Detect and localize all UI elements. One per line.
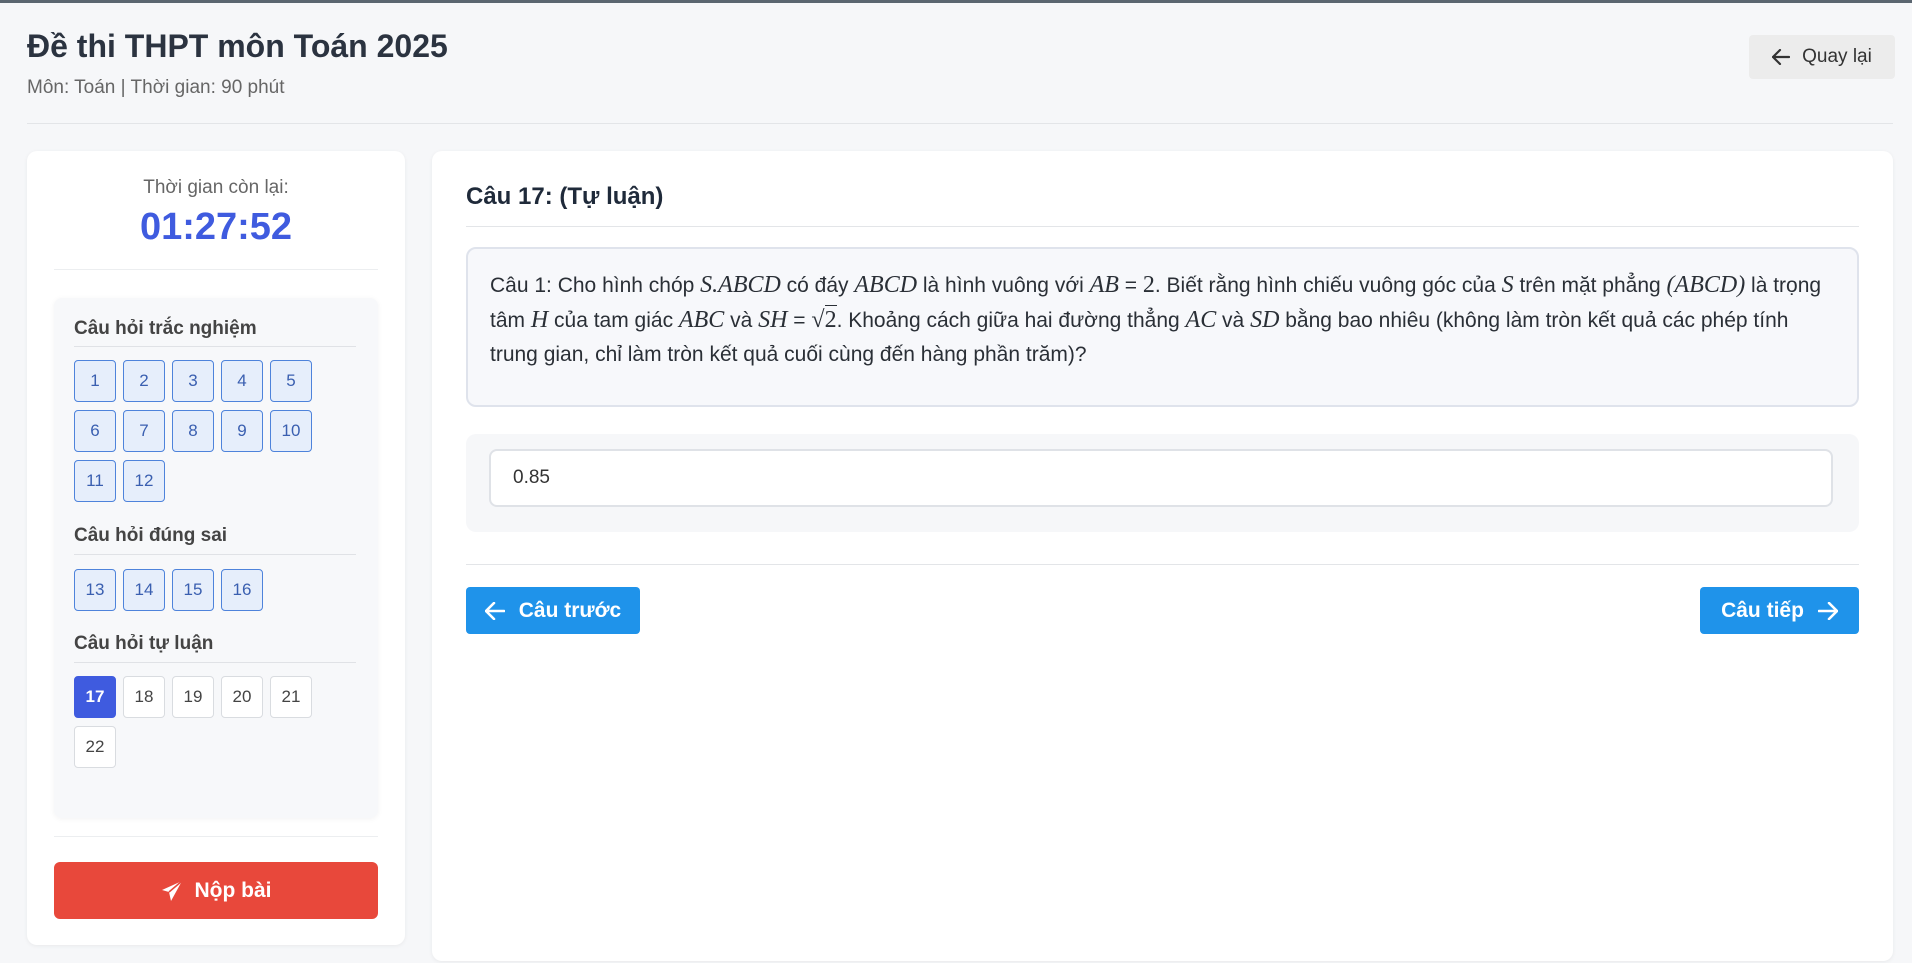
timer-value: 01:27:52 bbox=[139, 206, 293, 248]
question-button-2[interactable]: 2 bbox=[123, 360, 165, 402]
question-button-21[interactable]: 21 bbox=[270, 676, 312, 718]
submit-button-label: Nộp bài bbox=[194, 878, 272, 902]
previous-question-button[interactable]: Câu trước bbox=[466, 587, 640, 634]
question-button-6[interactable]: 6 bbox=[74, 410, 116, 452]
section-title-true-false: Câu hỏi đúng sai bbox=[74, 525, 228, 546]
question-button-18[interactable]: 18 bbox=[123, 676, 165, 718]
section-divider bbox=[74, 554, 356, 555]
grid-multiple-choice: 1 2 3 4 5 6 7 8 9 10 11 12 bbox=[74, 360, 334, 502]
arrow-right-icon bbox=[1817, 601, 1838, 620]
top-border bbox=[0, 0, 1912, 3]
question-button-12[interactable]: 12 bbox=[123, 460, 165, 502]
question-button-10[interactable]: 10 bbox=[270, 410, 312, 452]
next-question-button[interactable]: Câu tiếp bbox=[1700, 587, 1859, 634]
question-button-5[interactable]: 5 bbox=[270, 360, 312, 402]
section-divider bbox=[74, 662, 356, 663]
question-button-13[interactable]: 13 bbox=[74, 569, 116, 611]
question-button-16[interactable]: 16 bbox=[221, 569, 263, 611]
sidebar: Thời gian còn lại: 01:27:52 Câu hỏi trắc… bbox=[27, 151, 405, 945]
question-button-3[interactable]: 3 bbox=[172, 360, 214, 402]
question-button-9[interactable]: 9 bbox=[221, 410, 263, 452]
question-button-1[interactable]: 1 bbox=[74, 360, 116, 402]
question-button-22[interactable]: 22 bbox=[74, 726, 116, 768]
question-heading: Câu 17: (Tự luận) bbox=[466, 183, 664, 210]
section-title-multiple-choice: Câu hỏi trắc nghiệm bbox=[74, 318, 257, 339]
question-button-19[interactable]: 19 bbox=[172, 676, 214, 718]
section-title-essay: Câu hỏi tự luận bbox=[74, 633, 214, 654]
sidebar-divider bbox=[54, 836, 378, 837]
question-button-17[interactable]: 17 bbox=[74, 676, 116, 718]
section-divider bbox=[74, 346, 356, 347]
header-divider bbox=[27, 123, 1893, 124]
question-button-11[interactable]: 11 bbox=[74, 460, 116, 502]
answer-input[interactable] bbox=[489, 449, 1833, 507]
previous-button-label: Câu trước bbox=[518, 598, 622, 622]
question-text: Câu 1: Cho hình chóp S.ABCD có đáy ABCD … bbox=[466, 247, 1859, 407]
question-button-4[interactable]: 4 bbox=[221, 360, 263, 402]
footer-divider bbox=[466, 564, 1859, 565]
submit-button[interactable]: Nộp bài bbox=[54, 862, 378, 919]
page-subtitle: Môn: Toán | Thời gian: 90 phút bbox=[27, 77, 285, 98]
question-button-8[interactable]: 8 bbox=[172, 410, 214, 452]
sidebar-divider bbox=[54, 269, 378, 270]
grid-true-false: 13 14 15 16 bbox=[74, 569, 334, 611]
paper-plane-icon bbox=[161, 879, 183, 902]
answer-area bbox=[466, 434, 1859, 532]
grid-essay: 17 18 19 20 21 22 bbox=[74, 676, 334, 768]
question-button-14[interactable]: 14 bbox=[123, 569, 165, 611]
heading-divider bbox=[466, 226, 1859, 227]
back-button[interactable]: Quay lại bbox=[1749, 35, 1895, 79]
question-navigator: Câu hỏi trắc nghiệm 1 2 3 4 5 6 7 8 9 10 11 12 Câu … bbox=[54, 298, 378, 818]
question-card: Câu 17: (Tự luận) Câu 1: Cho hình chóp S… bbox=[432, 151, 1893, 961]
timer-label: Thời gian còn lại: bbox=[143, 177, 289, 198]
question-button-15[interactable]: 15 bbox=[172, 569, 214, 611]
sqrt-expression: √2 bbox=[811, 305, 837, 333]
page-header: Đề thi THPT môn Toán 2025 Môn: Toán | Th… bbox=[27, 28, 1895, 99]
arrow-left-icon bbox=[1772, 49, 1791, 65]
back-button-label: Quay lại bbox=[1802, 46, 1872, 67]
question-button-20[interactable]: 20 bbox=[221, 676, 263, 718]
question-button-7[interactable]: 7 bbox=[123, 410, 165, 452]
page-title: Đề thi THPT môn Toán 2025 bbox=[27, 28, 448, 64]
next-button-label: Câu tiếp bbox=[1721, 598, 1804, 622]
arrow-left-icon bbox=[484, 601, 505, 620]
